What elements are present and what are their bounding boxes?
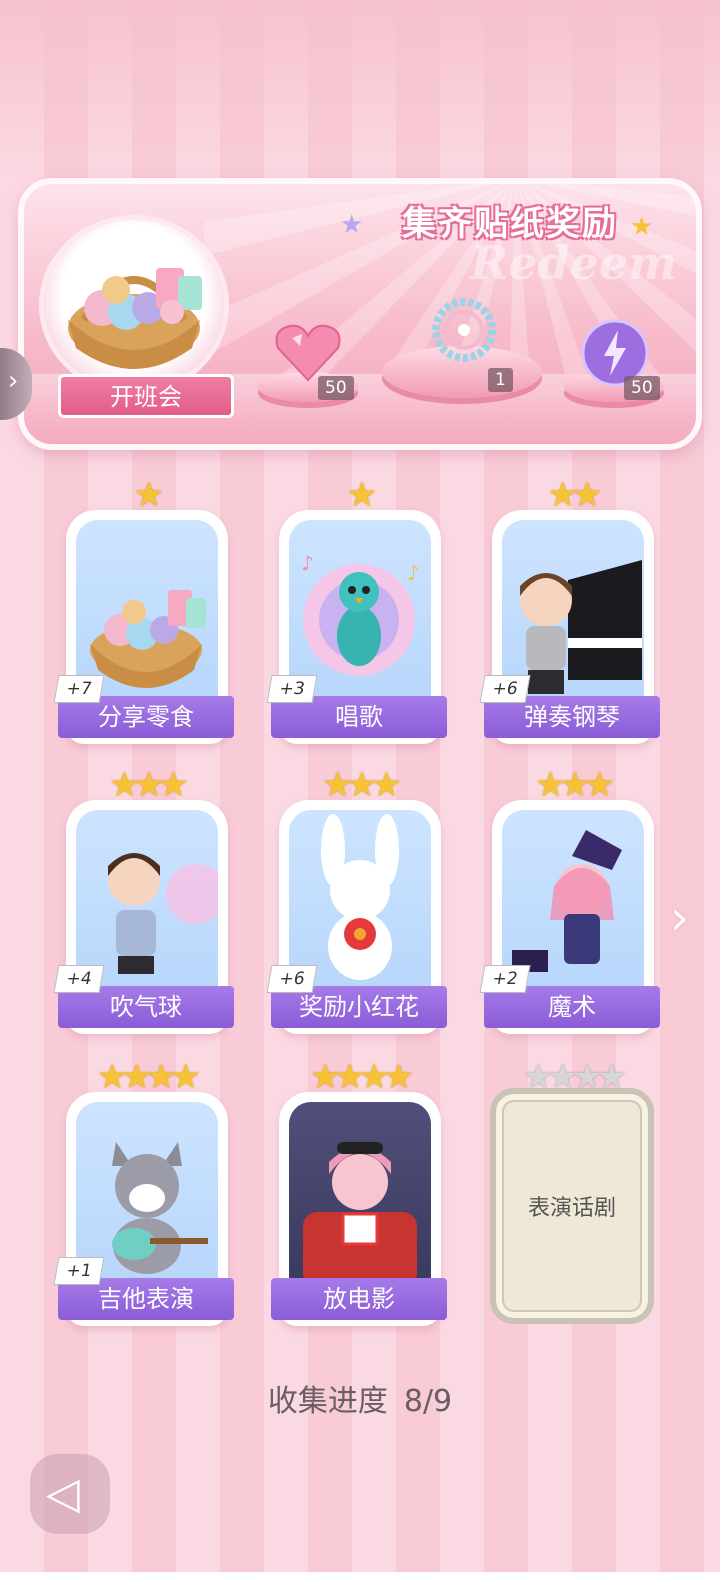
reward-count: 50 bbox=[624, 376, 660, 400]
sticker-card[interactable]: ★★★ 魔术 +2 bbox=[479, 768, 660, 1038]
sticker-card[interactable]: ★ 分享零食 +7 bbox=[53, 478, 234, 748]
movie-girl-art bbox=[289, 1102, 431, 1288]
back-icon: ◁ bbox=[46, 1468, 80, 1519]
class-meeting-button[interactable]: 开班会 bbox=[58, 374, 234, 418]
class-meeting-icon[interactable] bbox=[44, 220, 224, 390]
bonus-badge: +6 bbox=[479, 675, 531, 703]
svg-text:♪: ♪ bbox=[301, 551, 314, 575]
sticker-card[interactable]: ★★★ 吹气球 +4 bbox=[53, 768, 234, 1038]
bonus-badge: +2 bbox=[479, 965, 531, 993]
sticker-card[interactable]: ★★★★ 放电影 bbox=[271, 1060, 447, 1330]
star-rating: ★★★★ bbox=[310, 1057, 414, 1097]
background-top bbox=[0, 0, 720, 180]
sticker-card[interactable]: ★★★ 奖励小红花 +6 bbox=[266, 768, 447, 1038]
star-rating: ★★★★ bbox=[97, 1057, 201, 1097]
star-rating: ★★★ bbox=[535, 765, 614, 805]
progress-label: 收集进度 bbox=[267, 1384, 388, 1419]
reward-count: 1 bbox=[488, 368, 513, 392]
collection-progress: 收集进度 8/9 bbox=[0, 1376, 720, 1420]
reward-count: 50 bbox=[318, 376, 354, 400]
star-rating: ★★ bbox=[547, 475, 603, 515]
star-rating: ★★★ bbox=[322, 765, 401, 805]
star-rating: ★★★ bbox=[109, 765, 188, 805]
sticker-card[interactable]: ★★★★ 吉他表演 +1 bbox=[53, 1060, 234, 1330]
sticker-card[interactable]: ★★ 弹奏钢琴 +6 bbox=[479, 478, 660, 748]
back-button[interactable]: ◁ bbox=[30, 1454, 110, 1534]
sticker-card[interactable]: ★ ♪ ♪ 唱歌 +3 bbox=[266, 478, 447, 748]
bonus-badge: +4 bbox=[53, 965, 105, 993]
chevron-right-icon[interactable]: › bbox=[670, 890, 704, 946]
chevron-right-icon: › bbox=[8, 366, 19, 396]
bonus-badge: +7 bbox=[53, 675, 105, 703]
star-rating: ★ bbox=[133, 475, 164, 515]
progress-value: 8/9 bbox=[403, 1384, 453, 1419]
sticker-label: 表演话剧 bbox=[527, 1196, 616, 1221]
locked-sticker-card[interactable]: 表演话剧 bbox=[490, 1088, 654, 1324]
sticker-label: 放电影 bbox=[271, 1278, 447, 1320]
bonus-badge: +1 bbox=[53, 1257, 105, 1285]
svg-text:♪: ♪ bbox=[407, 561, 420, 585]
star-rating: ★ bbox=[346, 475, 377, 515]
bonus-badge: +6 bbox=[266, 965, 318, 993]
bracelet-icon[interactable] bbox=[424, 292, 504, 372]
banner-title: 集齐贴纸奖励 bbox=[402, 204, 618, 244]
bonus-badge: +3 bbox=[266, 675, 318, 703]
